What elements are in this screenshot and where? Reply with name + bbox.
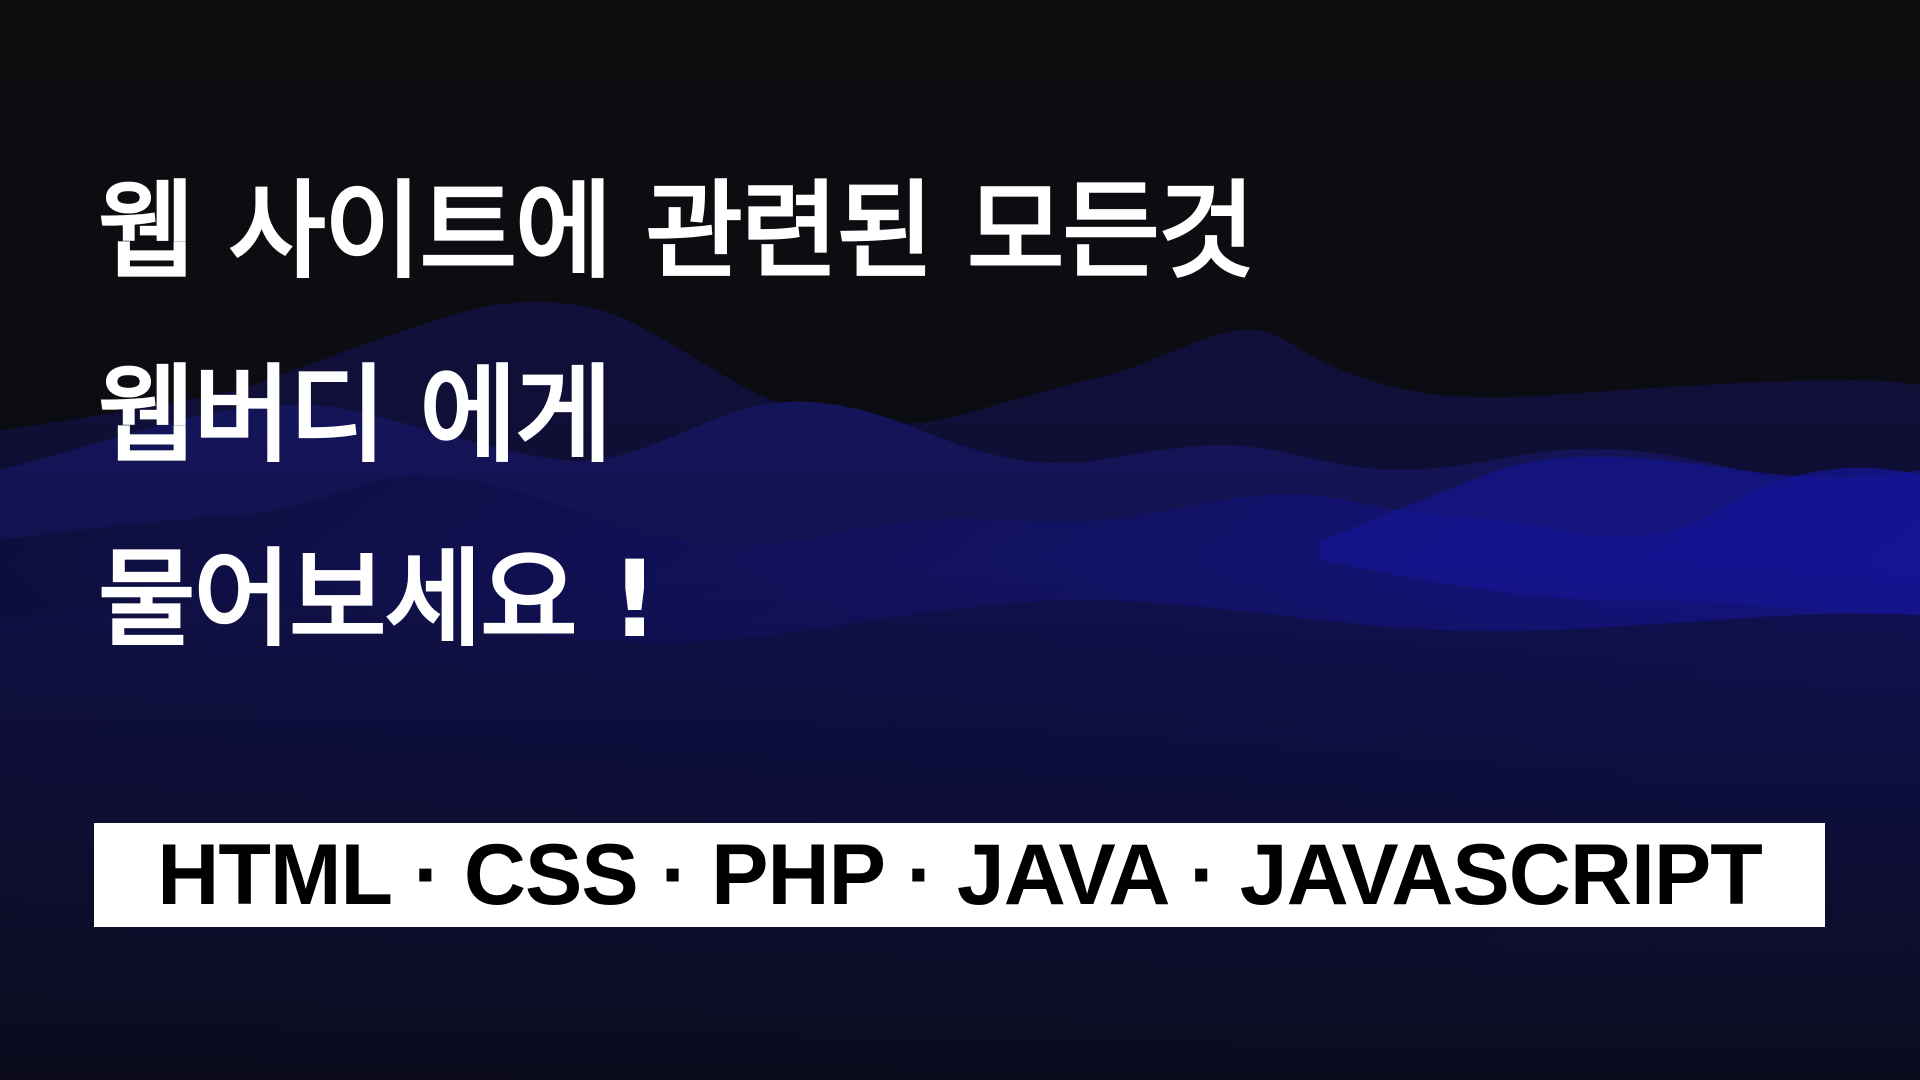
headline: 웹 사이트에 관련된 모든것 웹버디 에게 물어보세요 ! xyxy=(98,140,1255,692)
headline-line-3: 물어보세요 ! xyxy=(98,538,659,661)
banner-canvas: 웹 사이트에 관련된 모든것 웹버디 에게 물어보세요 ! HTML · CSS… xyxy=(0,0,1920,1080)
headline-line-2: 웹버디 에게 xyxy=(98,354,613,477)
headline-line-1: 웹 사이트에 관련된 모든것 xyxy=(98,170,1255,293)
tech-stack-banner: HTML · CSS · PHP · JAVA · JAVASCRIPT xyxy=(94,823,1825,927)
tech-stack-text: HTML · CSS · PHP · JAVA · JAVASCRIPT xyxy=(157,826,1763,923)
